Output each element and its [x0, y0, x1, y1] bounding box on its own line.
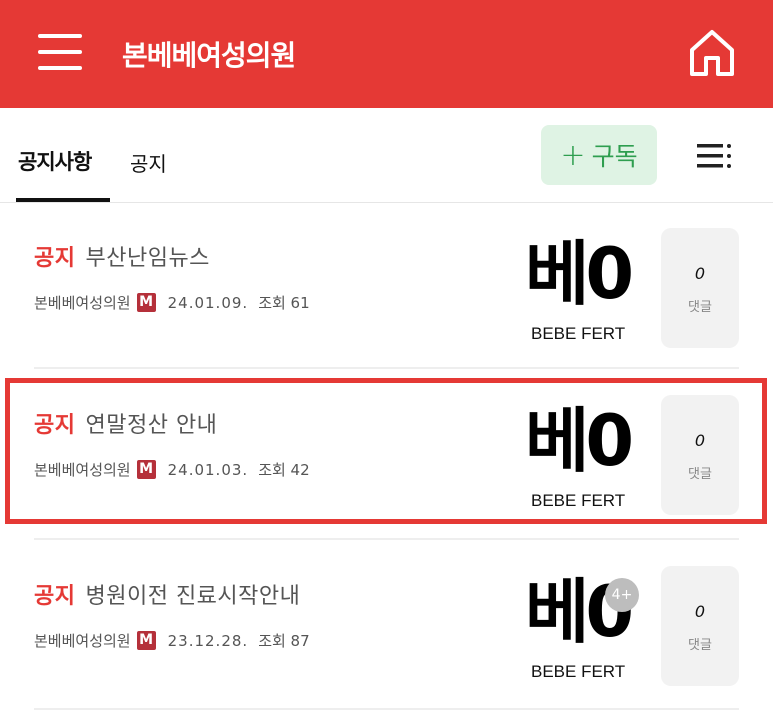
post-author: 본베베여성의원: [34, 632, 131, 650]
app-header: 본베베여성의원: [0, 0, 773, 108]
post-item[interactable]: 공지 병원이전 진료시작안내 본베베여성의원 M 23.12.28. 조회 87 …: [0, 540, 773, 710]
home-button[interactable]: [686, 26, 738, 80]
menu-line: [38, 34, 82, 38]
post-title-row: 공지 부산난임뉴스: [34, 240, 210, 272]
post-item[interactable]: 공지 부산난임뉴스 본베베여성의원 M 24.01.09. 조회 61 베0 BE…: [0, 202, 773, 369]
post-title-row: 공지 연말정산 안내: [34, 407, 217, 439]
image-count-badge: 4+: [605, 578, 639, 612]
subscribe-label: 구독: [591, 142, 638, 171]
tab-notices[interactable]: 공지사항: [18, 146, 92, 176]
comment-label: 댓글: [688, 638, 712, 653]
post-meta: 본베베여성의원 M 24.01.03. 조회 42: [34, 459, 310, 480]
manager-badge: M: [136, 293, 156, 312]
post-title: 병원이전 진료시작안내: [85, 584, 301, 609]
plus-icon: +: [560, 137, 586, 173]
post-thumbnail: 베0 BEBE FERT: [523, 228, 645, 350]
post-divider: [34, 708, 739, 710]
post-category: 공지: [34, 413, 76, 438]
home-icon: [690, 30, 734, 76]
menu-line: [38, 50, 82, 54]
comment-label: 댓글: [688, 300, 712, 315]
post-category: 공지: [34, 584, 76, 609]
thumbnail-logo-text: 베0: [525, 400, 634, 482]
comment-count-box[interactable]: 0 댓글: [661, 395, 739, 515]
post-author: 본베베여성의원: [34, 294, 131, 312]
subscribe-button[interactable]: + 구독: [541, 125, 657, 185]
post-author: 본베베여성의원: [34, 461, 131, 479]
post-meta: 본베베여성의원 M 23.12.28. 조회 87: [34, 630, 310, 651]
post-date: 24.01.03.: [167, 460, 249, 479]
comment-count-box[interactable]: 0 댓글: [661, 566, 739, 686]
post-views: 조회 87: [258, 632, 310, 650]
thumbnail-logo-text: 베0: [525, 233, 634, 315]
manager-badge: M: [136, 460, 156, 479]
thumbnail-caption: BEBE FERT: [531, 491, 626, 510]
post-thumbnail: 베0 BEBE FERT: [523, 395, 645, 517]
list-menu-button[interactable]: [697, 142, 733, 170]
post-meta: 본베베여성의원 M 24.01.09. 조회 61: [34, 292, 310, 313]
post-views: 조회 61: [258, 294, 310, 312]
comment-count: 0: [694, 602, 706, 621]
hamburger-menu-button[interactable]: [38, 32, 82, 72]
post-item[interactable]: 공지 연말정산 안내 본베베여성의원 M 24.01.03. 조회 42 베0 B…: [0, 369, 773, 540]
comment-label: 댓글: [688, 467, 712, 482]
comment-count: 0: [694, 431, 706, 450]
post-thumbnail: 베0 BEBE FERT 4+: [523, 566, 645, 688]
menu-line: [38, 66, 82, 70]
post-title: 연말정산 안내: [85, 413, 218, 438]
post-title: 부산난임뉴스: [85, 246, 210, 271]
tab-notice-board[interactable]: 공지: [130, 148, 167, 177]
comment-count-box[interactable]: 0 댓글: [661, 228, 739, 348]
app-title: 본베베여성의원: [122, 39, 296, 72]
post-category: 공지: [34, 246, 76, 271]
comment-count: 0: [694, 264, 706, 283]
thumbnail-caption: BEBE FERT: [531, 662, 626, 681]
manager-badge: M: [136, 631, 156, 650]
thumbnail-caption: BEBE FERT: [531, 324, 626, 343]
post-date: 24.01.09.: [167, 293, 249, 312]
tab-bar: 공지사항 공지 + 구독: [0, 108, 773, 203]
post-title-row: 공지 병원이전 진료시작안내: [34, 578, 300, 610]
post-views: 조회 42: [258, 461, 310, 479]
list-menu-icon: [697, 144, 731, 168]
post-date: 23.12.28.: [167, 631, 249, 650]
